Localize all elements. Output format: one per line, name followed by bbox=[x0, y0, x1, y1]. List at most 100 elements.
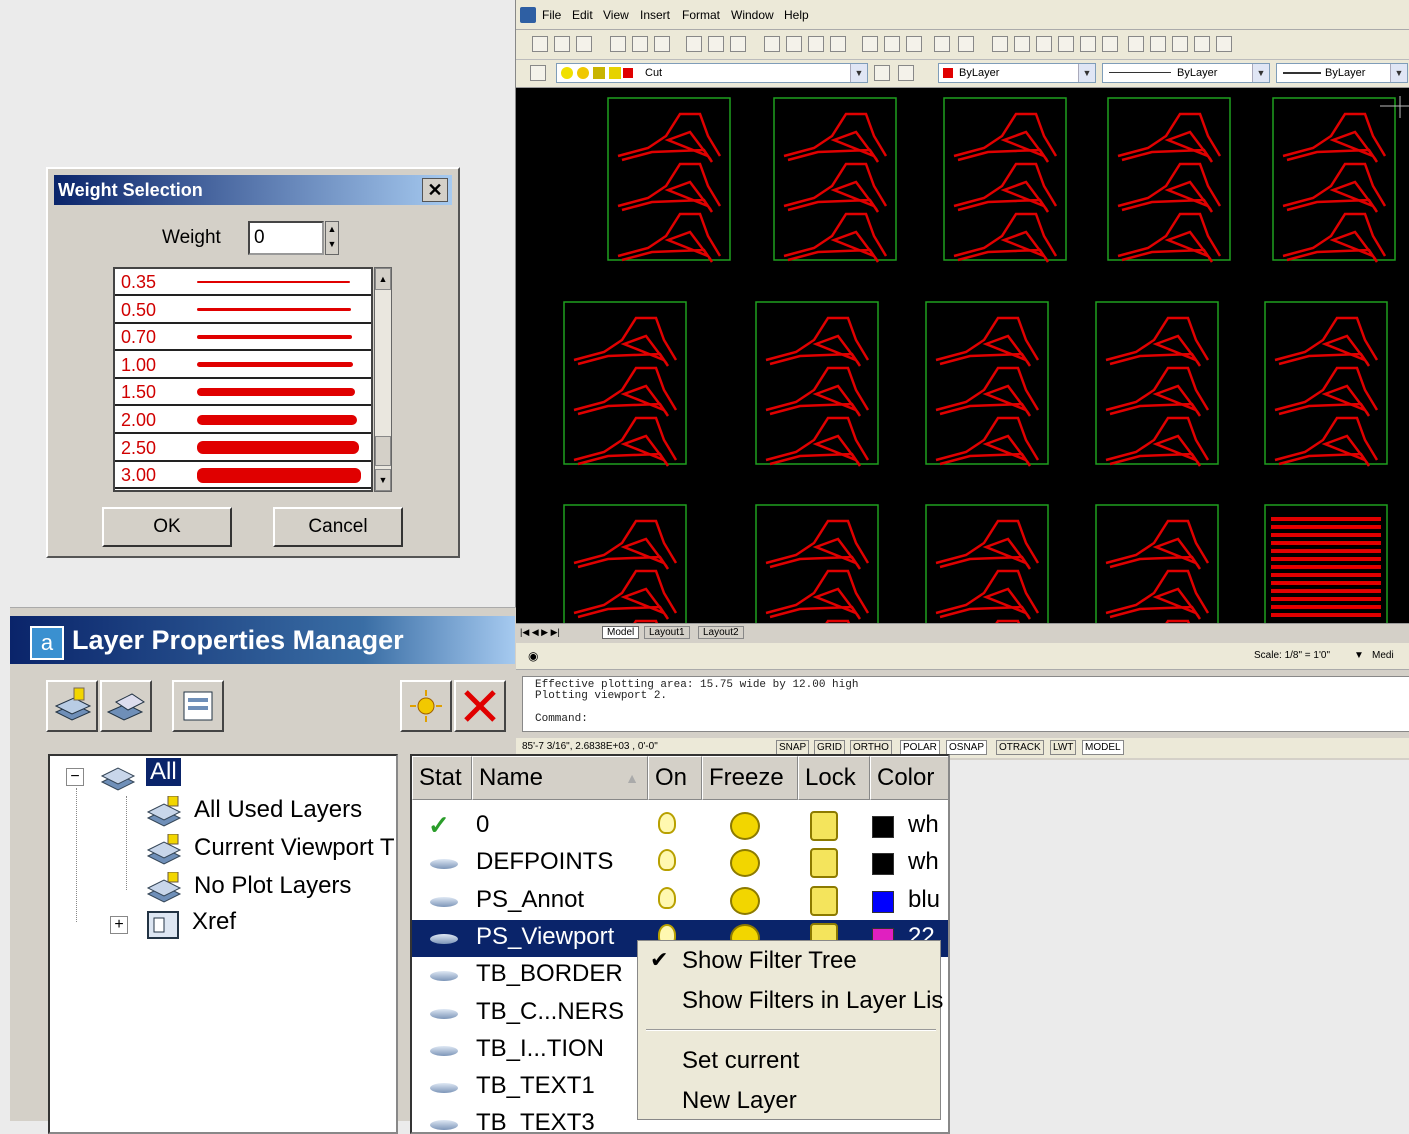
polar-toggle[interactable]: POLAR bbox=[900, 740, 940, 755]
cancel-button[interactable]: Cancel bbox=[273, 507, 403, 547]
toolbar-button[interactable] bbox=[934, 36, 950, 52]
layer-row[interactable]: PS_Annot blu bbox=[412, 883, 948, 920]
lineweight-option[interactable]: 1.00 bbox=[115, 352, 371, 379]
toolbar-button[interactable] bbox=[1058, 36, 1074, 52]
toolbar-button[interactable] bbox=[686, 36, 702, 52]
model-toggle[interactable]: MODEL bbox=[1082, 740, 1124, 755]
layer-color-name[interactable]: wh bbox=[908, 848, 939, 876]
toolbar-button[interactable] bbox=[906, 36, 922, 52]
layer-name[interactable]: TB_BORDER bbox=[476, 960, 623, 988]
color-swatch[interactable] bbox=[872, 853, 894, 876]
lineweight-combo[interactable]: ByLayer ▼ bbox=[1276, 63, 1408, 83]
chevron-down-icon[interactable]: ▼ bbox=[1390, 64, 1407, 82]
lineweight-option[interactable]: 0.70 bbox=[115, 324, 371, 352]
new-property-filter-button[interactable] bbox=[46, 680, 98, 732]
tab-nav-icon[interactable]: |◀ ◀ ▶ ▶| bbox=[520, 627, 560, 638]
toolbar-button[interactable] bbox=[1172, 36, 1188, 52]
toolbar-button[interactable] bbox=[632, 36, 648, 52]
menu-new-layer[interactable]: New Layer bbox=[682, 1087, 797, 1115]
ortho-toggle[interactable]: ORTHO bbox=[850, 740, 892, 755]
linetype-combo[interactable]: ByLayer ▼ bbox=[1102, 63, 1270, 83]
column-freeze[interactable]: Freeze bbox=[702, 756, 798, 800]
scale-readout[interactable]: Scale: 1/8" = 1'0" bbox=[1254, 650, 1330, 661]
layer-combo[interactable]: Cut ▼ bbox=[556, 63, 868, 83]
filter-tree[interactable]: − All All Used Layers Current Viewport T… bbox=[48, 754, 398, 1134]
chevron-down-icon[interactable]: ▼ bbox=[850, 64, 867, 82]
chevron-down-icon[interactable]: ▼ bbox=[1252, 64, 1269, 82]
layer-name[interactable]: TB_I...TION bbox=[476, 1035, 604, 1063]
expand-icon[interactable]: + bbox=[110, 916, 128, 934]
layer-row[interactable]: DEFPOINTS wh bbox=[412, 845, 948, 882]
viewport-frame[interactable] bbox=[563, 504, 687, 623]
toolbar-button[interactable] bbox=[884, 36, 900, 52]
lineweight-scrollbar[interactable]: ▲ ▼ bbox=[374, 267, 392, 492]
layer-name[interactable]: TB_TEXT3 bbox=[476, 1109, 595, 1132]
sun-thawed-icon[interactable] bbox=[730, 812, 760, 840]
toolbar-button[interactable] bbox=[1102, 36, 1118, 52]
toolbar-button[interactable] bbox=[862, 36, 878, 52]
layer-previous-icon[interactable] bbox=[898, 65, 914, 81]
scroll-down-icon[interactable]: ▼ bbox=[375, 469, 391, 491]
lineweight-option[interactable]: 3.00 bbox=[115, 462, 371, 490]
menu-format[interactable]: Format bbox=[682, 8, 720, 22]
tab-layout1[interactable]: Layout1 bbox=[644, 626, 690, 639]
toolbar-button[interactable] bbox=[532, 36, 548, 52]
new-group-filter-button[interactable] bbox=[100, 680, 152, 732]
layer-states-manager-button[interactable] bbox=[172, 680, 224, 732]
column-on[interactable]: On bbox=[648, 756, 702, 800]
snap-toggle[interactable]: SNAP bbox=[776, 740, 810, 755]
layer-name[interactable]: TB_C...NERS bbox=[476, 998, 624, 1026]
menu-show-filter-tree[interactable]: Show Filter Tree bbox=[682, 947, 857, 975]
tab-layout2[interactable]: Layout2 bbox=[698, 626, 744, 639]
menu-show-filters-in-list[interactable]: Show Filters in Layer Lis bbox=[682, 987, 943, 1015]
collapse-icon[interactable]: − bbox=[66, 768, 84, 786]
toolbar-button[interactable] bbox=[1080, 36, 1096, 52]
layer-name[interactable]: TB_TEXT1 bbox=[476, 1072, 595, 1100]
lineweight-option[interactable]: 0.50 bbox=[115, 297, 371, 324]
tree-node-all-used-layers[interactable]: All Used Layers bbox=[194, 796, 362, 824]
toolbar-button[interactable] bbox=[958, 36, 974, 52]
layer-name[interactable]: 0 bbox=[476, 811, 489, 839]
tab-model[interactable]: Model bbox=[602, 626, 640, 639]
toolbar-button[interactable] bbox=[1014, 36, 1030, 52]
weight-input[interactable]: 0 bbox=[248, 221, 324, 255]
column-color[interactable]: Color bbox=[870, 756, 948, 800]
color-swatch[interactable] bbox=[872, 890, 894, 913]
close-button[interactable]: ✕ bbox=[422, 178, 448, 202]
bulb-on-icon[interactable] bbox=[658, 812, 676, 834]
scale-chevron-icon[interactable]: ▼ bbox=[1354, 650, 1364, 661]
tree-node-current-viewport[interactable]: Current Viewport T bbox=[194, 834, 395, 862]
layer-name[interactable]: PS_Viewport bbox=[476, 923, 614, 951]
layer-color-name[interactable]: blu bbox=[908, 886, 940, 914]
delete-layer-button[interactable] bbox=[454, 680, 506, 732]
menu-view[interactable]: View bbox=[603, 8, 629, 22]
unlock-icon[interactable] bbox=[810, 885, 838, 916]
menu-window[interactable]: Window bbox=[731, 8, 774, 22]
scroll-up-icon[interactable]: ▲ bbox=[375, 268, 391, 290]
new-layer-button[interactable] bbox=[400, 680, 452, 732]
toolbar-button[interactable] bbox=[1194, 36, 1210, 52]
tree-node-all[interactable]: All bbox=[146, 758, 181, 786]
toolbar-button[interactable] bbox=[554, 36, 570, 52]
scroll-thumb[interactable] bbox=[375, 436, 391, 466]
unlock-icon[interactable] bbox=[810, 811, 838, 841]
drawing-canvas[interactable] bbox=[516, 88, 1409, 623]
color-combo[interactable]: ByLayer ▼ bbox=[938, 63, 1096, 83]
lineweight-option[interactable]: 1.50 bbox=[115, 379, 371, 407]
chevron-down-icon[interactable]: ▼ bbox=[1078, 64, 1095, 82]
column-name[interactable]: Name ▲ bbox=[472, 756, 648, 800]
menu-file[interactable]: File bbox=[542, 8, 561, 22]
viewport-frame[interactable] bbox=[925, 504, 1049, 623]
toolbar-button[interactable] bbox=[654, 36, 670, 52]
otrack-toggle[interactable]: OTRACK bbox=[996, 740, 1044, 755]
toolbar-button[interactable] bbox=[992, 36, 1008, 52]
sun-thawed-icon[interactable] bbox=[730, 849, 760, 878]
layer-manager-icon[interactable] bbox=[530, 65, 546, 81]
toolbar-button[interactable] bbox=[764, 36, 780, 52]
toolbar-button[interactable] bbox=[1216, 36, 1232, 52]
layer-row[interactable]: ✓ 0 wh bbox=[412, 808, 948, 845]
bulb-on-icon[interactable] bbox=[658, 849, 676, 872]
layer-name[interactable]: DEFPOINTS bbox=[476, 848, 613, 876]
layer-name[interactable]: PS_Annot bbox=[476, 886, 584, 914]
lineweight-option[interactable]: 0.35 bbox=[115, 269, 371, 296]
